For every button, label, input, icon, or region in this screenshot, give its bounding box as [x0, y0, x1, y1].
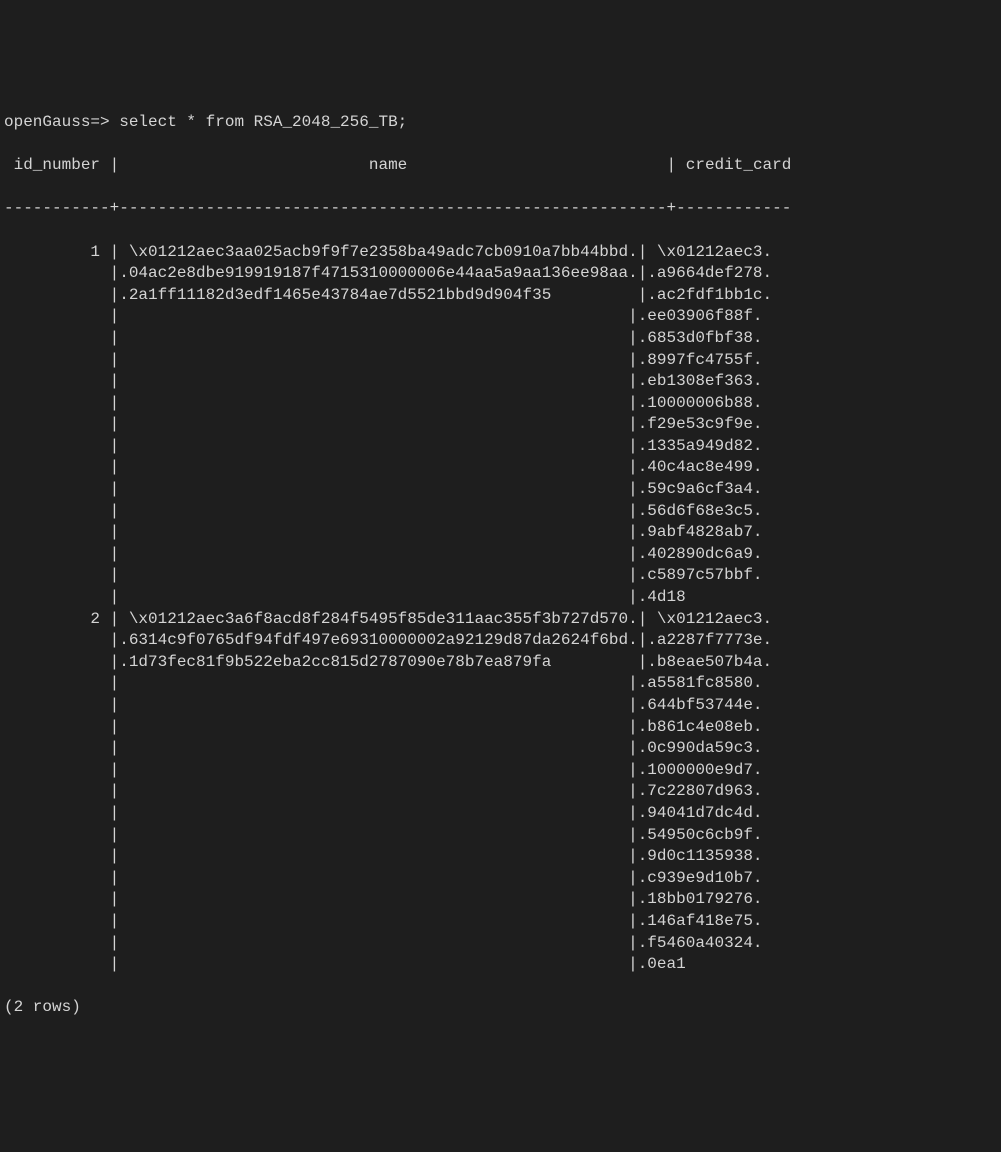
table-row: | |.146af418e75.: [4, 911, 997, 933]
table-row: | |.0c990da59c3.: [4, 738, 997, 760]
table-row: | |.59c9a6cf3a4.: [4, 479, 997, 501]
table-row: | |.18bb0179276.: [4, 889, 997, 911]
table-row: |.6314c9f0765df94fdf497e69310000002a9212…: [4, 630, 997, 652]
header-id: id_number: [4, 156, 110, 174]
table-row: | |.94041d7dc4d.: [4, 803, 997, 825]
table-row: | |.9abf4828ab7.: [4, 522, 997, 544]
table-row: | |.56d6f68e3c5.: [4, 501, 997, 523]
table-row: | |.f5460a40324.: [4, 933, 997, 955]
header-row: id_number | name | credit_card: [4, 155, 997, 177]
table-row: | |.eb1308ef363.: [4, 371, 997, 393]
table-row: 2 | \x01212aec3a6f8acd8f284f5495f85de311…: [4, 609, 997, 631]
table-row: | |.4d18: [4, 587, 997, 609]
table-row: | |.6853d0fbf38.: [4, 328, 997, 350]
table-row: | |.b861c4e08eb.: [4, 717, 997, 739]
table-row: | |.54950c6cb9f.: [4, 825, 997, 847]
table-row: | |.10000006b88.: [4, 393, 997, 415]
terminal-output: openGauss=> select * from RSA_2048_256_T…: [4, 90, 997, 1040]
table-row: | |.c939e9d10b7.: [4, 868, 997, 890]
table-row: | |.1335a949d82.: [4, 436, 997, 458]
table-row: | |.402890dc6a9.: [4, 544, 997, 566]
query-line: openGauss=> select * from RSA_2048_256_T…: [4, 112, 997, 134]
data-rows: 1 | \x01212aec3aa025acb9f9f7e2358ba49adc…: [4, 242, 997, 976]
sql-query: select * from RSA_2048_256_TB;: [119, 113, 407, 131]
table-row: | |.ee03906f88f.: [4, 306, 997, 328]
separator: -----------+----------------------------…: [4, 198, 997, 220]
table-row: | |.40c4ac8e499.: [4, 457, 997, 479]
table-row: | |.8997fc4755f.: [4, 350, 997, 372]
table-row: |.04ac2e8dbe919919187f4715310000006e44aa…: [4, 263, 997, 285]
table-row: | |.1000000e9d7.: [4, 760, 997, 782]
footer: (2 rows): [4, 997, 997, 1019]
table-row: | |.a5581fc8580.: [4, 673, 997, 695]
table-row: | |.7c22807d963.: [4, 781, 997, 803]
table-row: |.2a1ff11182d3edf1465e43784ae7d5521bbd9d…: [4, 285, 997, 307]
table-row: |.1d73fec81f9b522eba2cc815d2787090e78b7e…: [4, 652, 997, 674]
table-row: | |.c5897c57bbf.: [4, 565, 997, 587]
prompt: openGauss=>: [4, 113, 119, 131]
table-row: | |.f29e53c9f9e.: [4, 414, 997, 436]
table-row: | |.9d0c1135938.: [4, 846, 997, 868]
header-name: name: [119, 156, 666, 174]
table-row: | |.0ea1: [4, 954, 997, 976]
table-row: 1 | \x01212aec3aa025acb9f9f7e2358ba49adc…: [4, 242, 997, 264]
header-credit: credit_card: [676, 156, 791, 174]
table-row: | |.644bf53744e.: [4, 695, 997, 717]
